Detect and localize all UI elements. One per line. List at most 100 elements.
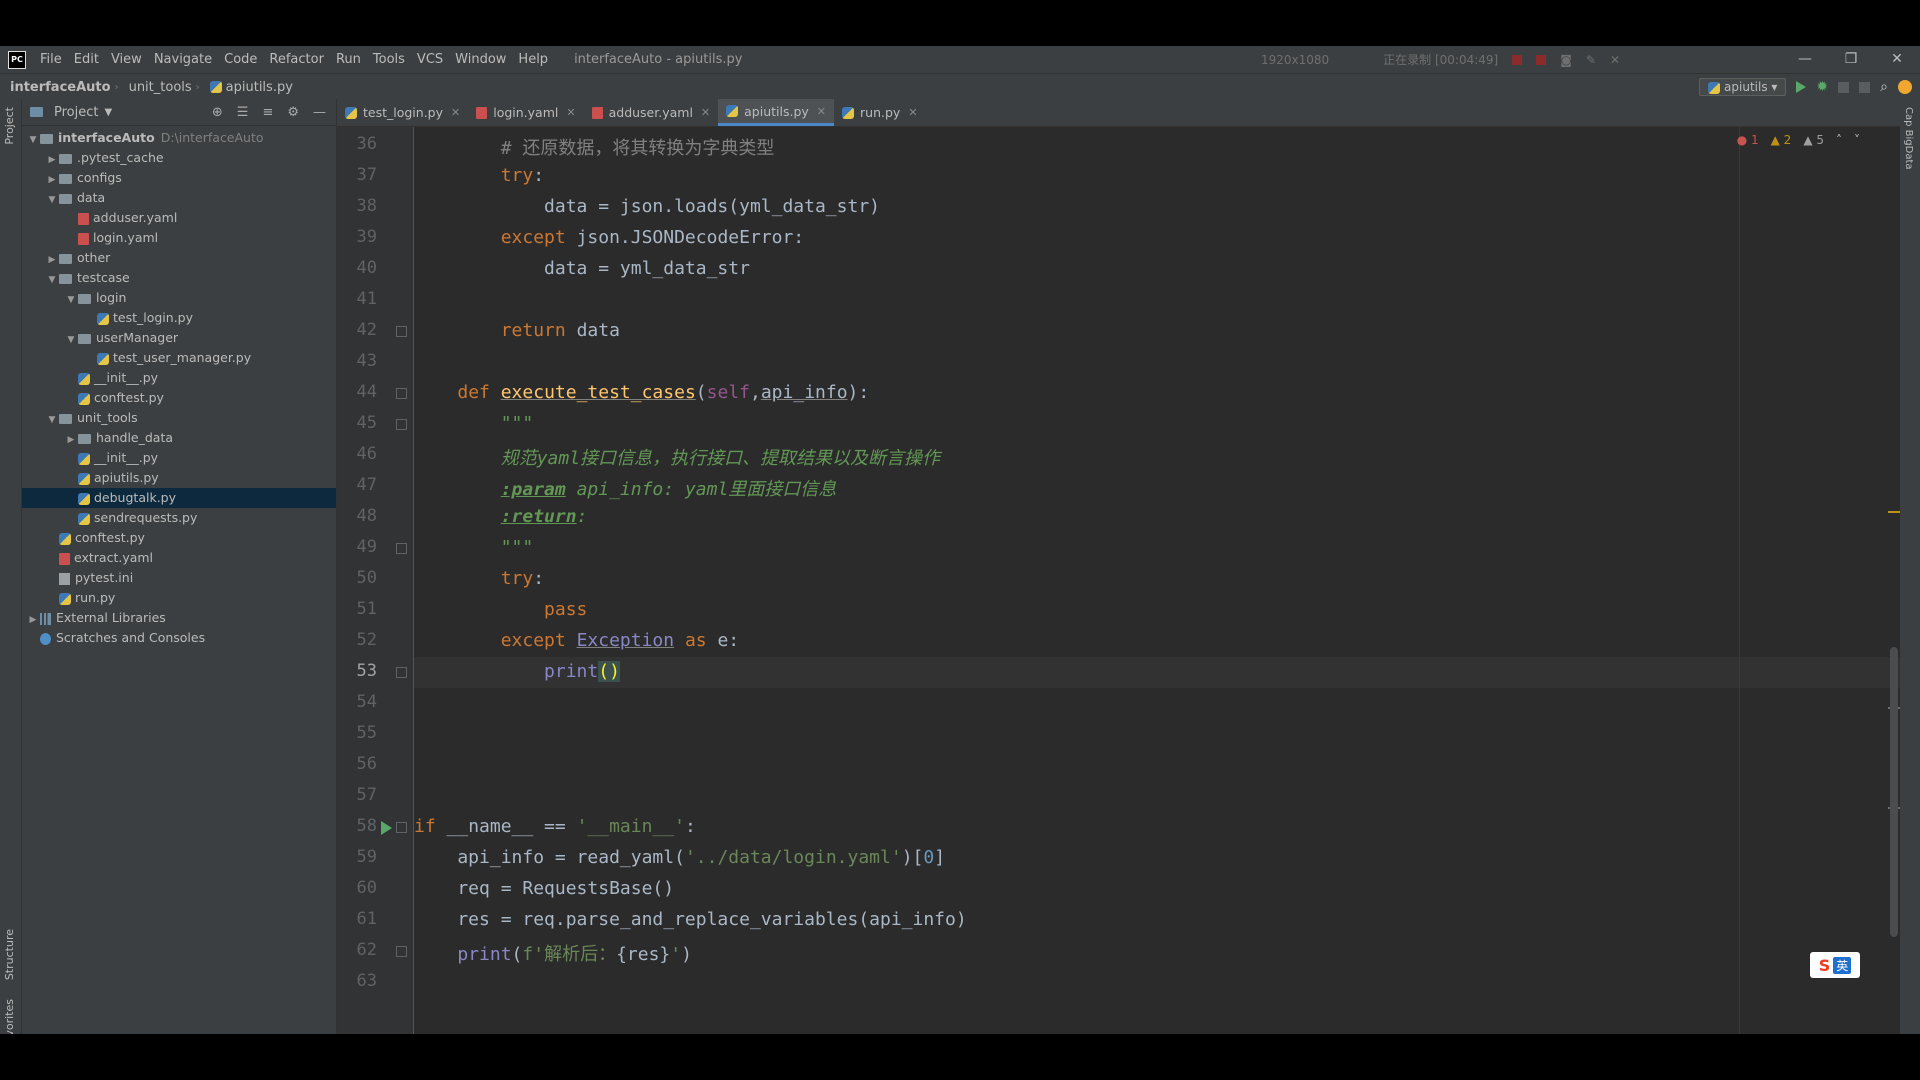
tab-run-py[interactable]: run.py ✕	[834, 99, 926, 126]
tree-item[interactable]: ▼ data	[22, 188, 336, 208]
tab-adduser-yaml[interactable]: adduser.yaml ✕	[584, 99, 719, 126]
tree-item[interactable]: ▶ .pytest_cache	[22, 148, 336, 168]
tree-item[interactable]: __init__.py	[22, 448, 336, 468]
breadcrumb-folder[interactable]: unit_tools	[119, 80, 196, 95]
tree-root[interactable]: ▼ interfaceAuto D:\interfaceAuto	[22, 128, 336, 148]
cap-bigdata-tool-tab[interactable]: Cap BigData	[1903, 107, 1914, 170]
tab-login-yaml[interactable]: login.yaml ✕	[468, 99, 583, 126]
structure-tool-tab[interactable]: Structure	[3, 929, 16, 980]
collapse-all-icon[interactable]: ≡	[262, 105, 273, 120]
chevron-right-icon[interactable]: ▶	[45, 150, 59, 170]
fold-marker-icon[interactable]	[396, 388, 407, 399]
tree-item[interactable]: ▶ other	[22, 248, 336, 268]
menu-file[interactable]: File	[34, 52, 68, 67]
menu-view[interactable]: View	[105, 52, 148, 67]
tree-item[interactable]: ▼ unit_tools	[22, 408, 336, 428]
tree-item[interactable]: ▼ userManager	[22, 328, 336, 348]
run-icon[interactable]	[1796, 81, 1807, 93]
tree-item[interactable]: test_login.py	[22, 308, 336, 328]
run-config-select[interactable]: apiutils ▾	[1699, 78, 1787, 96]
menu-window[interactable]: Window	[449, 52, 512, 67]
tab-close-icon[interactable]: ✕	[451, 106, 460, 119]
coverage-icon[interactable]	[1838, 81, 1850, 93]
stop-icon[interactable]	[1859, 81, 1871, 93]
tree-item[interactable]: ▶ configs	[22, 168, 336, 188]
tree-item[interactable]: adduser.yaml	[22, 208, 336, 228]
tree-item[interactable]: apiutils.py	[22, 468, 336, 488]
ime-indicator[interactable]: S 英	[1810, 952, 1860, 978]
recorder-close-icon[interactable]: ✕	[1610, 53, 1620, 67]
chevron-down-icon[interactable]: ▼	[104, 107, 112, 118]
chevron-down-icon[interactable]: ▼	[64, 330, 78, 350]
tab-close-icon[interactable]: ✕	[701, 106, 710, 119]
tree-item[interactable]: ▶ External Libraries	[22, 608, 336, 628]
chevron-down-icon[interactable]: ▼	[26, 130, 40, 150]
locate-icon[interactable]: ⊕	[212, 105, 223, 120]
recorder-camera-icon[interactable]: ◙	[1560, 53, 1572, 67]
chevron-up-icon[interactable]: ˄	[1836, 133, 1842, 147]
tree-item[interactable]: pytest.ini	[22, 568, 336, 588]
warning-stripe-mark[interactable]	[1888, 511, 1900, 513]
expand-all-icon[interactable]: ☰	[237, 105, 249, 120]
project-tool-tab[interactable]: Project	[3, 107, 16, 145]
debug-icon[interactable]: ✹	[1816, 79, 1828, 95]
menu-vcs[interactable]: VCS	[411, 52, 449, 67]
chevron-down-icon[interactable]: ▼	[45, 410, 59, 430]
hide-icon[interactable]: —	[313, 105, 326, 120]
chevron-down-icon[interactable]: ▼	[45, 270, 59, 290]
fold-marker-icon[interactable]	[396, 667, 407, 678]
recorder-pen-icon[interactable]: ✎	[1586, 53, 1596, 67]
tree-item[interactable]: sendrequests.py	[22, 508, 336, 528]
tab-apiutils-py[interactable]: apiutils.py ✕	[718, 99, 835, 126]
update-icon[interactable]	[1898, 80, 1912, 94]
tree-item[interactable]: ▶ handle_data	[22, 428, 336, 448]
chevron-right-icon[interactable]: ▶	[64, 430, 78, 450]
chevron-right-icon[interactable]: ▶	[45, 170, 59, 190]
chevron-down-icon[interactable]: ▼	[45, 190, 59, 210]
search-icon[interactable]: ⌕	[1880, 79, 1888, 95]
run-gutter-icon[interactable]	[381, 821, 392, 835]
recorder-stop-icon[interactable]	[1536, 54, 1547, 65]
chevron-right-icon[interactable]: ▶	[45, 250, 59, 270]
tree-item[interactable]: __init__.py	[22, 368, 336, 388]
tab-close-icon[interactable]: ✕	[566, 106, 575, 119]
tab-close-icon[interactable]: ✕	[817, 105, 826, 118]
tree-item[interactable]: conftest.py	[22, 528, 336, 548]
tab-close-icon[interactable]: ✕	[908, 106, 917, 119]
gear-icon[interactable]: ⚙	[287, 105, 299, 120]
fold-marker-icon[interactable]	[396, 326, 407, 337]
breadcrumb-project[interactable]: interfaceAuto	[0, 80, 115, 95]
vertical-scrollbar[interactable]	[1890, 647, 1898, 937]
tree-item[interactable]: Scratches and Consoles	[22, 628, 336, 648]
recorder-pause-icon[interactable]	[1512, 54, 1523, 65]
tree-item[interactable]: ▼ testcase	[22, 268, 336, 288]
project-view-select[interactable]: Project	[54, 105, 98, 120]
tree-item[interactable]: run.py	[22, 588, 336, 608]
menu-tools[interactable]: Tools	[367, 52, 411, 67]
inspection-widget[interactable]: ● 1 ▲ 2 ▲ 5 ˄ ˅	[1737, 133, 1860, 147]
fold-marker-icon[interactable]	[396, 543, 407, 554]
minimize-icon[interactable]: —	[1782, 46, 1828, 73]
menu-code[interactable]: Code	[218, 52, 263, 67]
menu-edit[interactable]: Edit	[68, 52, 105, 67]
tree-item[interactable]: extract.yaml	[22, 548, 336, 568]
chevron-right-icon[interactable]: ▶	[26, 610, 40, 630]
restore-icon[interactable]: ❐	[1828, 46, 1874, 73]
menu-refactor[interactable]: Refactor	[263, 52, 330, 67]
chevron-down-icon[interactable]: ˅	[1854, 133, 1860, 147]
breadcrumb-file[interactable]: apiutils.py	[200, 80, 297, 95]
tree-item[interactable]: conftest.py	[22, 388, 336, 408]
fold-marker-icon[interactable]	[396, 419, 407, 430]
code-editor[interactable]: ● 1 ▲ 2 ▲ 5 ˄ ˅ S 英 # 还原数据，将其转换为字典类型 try…	[414, 127, 1900, 1034]
chevron-down-icon[interactable]: ▼	[64, 290, 78, 310]
close-icon[interactable]: ✕	[1874, 46, 1920, 73]
tab-test_login-py[interactable]: test_login.py ✕	[337, 99, 468, 126]
menu-navigate[interactable]: Navigate	[148, 52, 218, 67]
tree-item[interactable]: debugtalk.py	[22, 488, 336, 508]
tree-item[interactable]: login.yaml	[22, 228, 336, 248]
tree-item[interactable]: test_user_manager.py	[22, 348, 336, 368]
tree-item[interactable]: ▼ login	[22, 288, 336, 308]
fold-marker-icon[interactable]	[396, 946, 407, 957]
menu-help[interactable]: Help	[512, 52, 554, 67]
fold-marker-icon[interactable]	[396, 822, 407, 833]
